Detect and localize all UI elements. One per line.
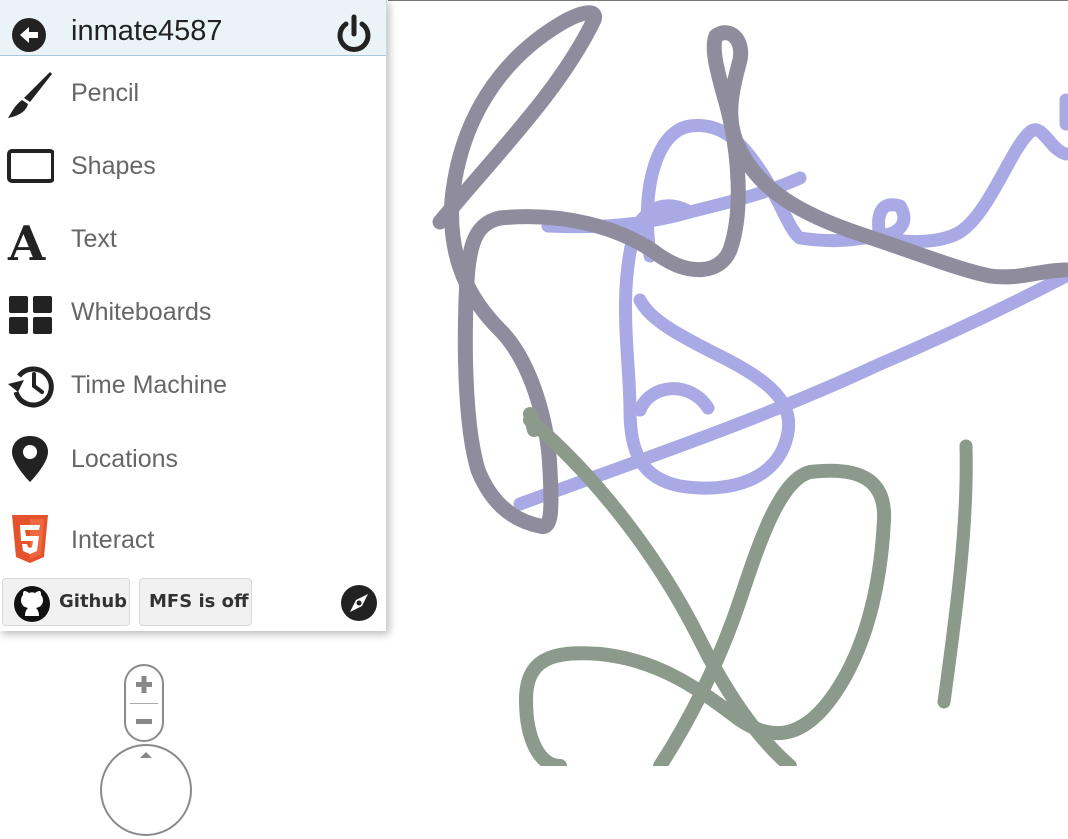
green-stroke bbox=[519, 463, 892, 766]
menu-label: Text bbox=[71, 225, 117, 253]
svg-text:A: A bbox=[7, 216, 46, 264]
tool-menu-panel: inmate4587 Pencil Shapes A Text Whiteboa… bbox=[0, 0, 387, 631]
chevron-up-icon bbox=[140, 752, 152, 758]
text-A-icon: A bbox=[7, 216, 46, 264]
pencil-brush-icon bbox=[8, 72, 52, 118]
compass-icon[interactable] bbox=[340, 584, 378, 622]
menu-label: Time Machine bbox=[71, 371, 228, 399]
navigation-wheel[interactable] bbox=[100, 744, 192, 836]
plus-icon[interactable] bbox=[126, 666, 162, 703]
username: inmate4587 bbox=[71, 15, 223, 47]
menu-label: Shapes bbox=[71, 152, 156, 180]
menu-item-locations[interactable]: Locations bbox=[0, 424, 386, 494]
map-pin-icon bbox=[12, 436, 48, 482]
menu-label: Whiteboards bbox=[71, 298, 212, 326]
minus-icon[interactable] bbox=[126, 704, 162, 740]
menu-item-pencil[interactable]: Pencil bbox=[0, 58, 386, 128]
mfs-toggle-button[interactable]: MFS is off bbox=[139, 578, 252, 626]
menu-label: Pencil bbox=[71, 79, 140, 107]
green-stroke bbox=[523, 407, 797, 766]
back-arrow-circle-icon[interactable] bbox=[12, 18, 46, 52]
rectangle-icon bbox=[7, 149, 54, 183]
html5-icon bbox=[12, 515, 48, 563]
menu-item-interact[interactable]: Interact bbox=[0, 505, 386, 575]
user-bar: inmate4587 bbox=[0, 0, 386, 56]
history-icon bbox=[8, 366, 54, 408]
github-label: Github bbox=[59, 591, 128, 612]
mfs-label: MFS is off bbox=[149, 591, 249, 612]
green-stroke bbox=[937, 439, 973, 709]
grid-icon bbox=[9, 296, 52, 334]
menu-item-shapes[interactable]: Shapes bbox=[0, 131, 386, 201]
lavender-stroke bbox=[633, 93, 1068, 417]
menu-label: Interact bbox=[71, 526, 155, 554]
zoom-control bbox=[124, 664, 164, 742]
menu-item-time-machine[interactable]: Time Machine bbox=[0, 350, 386, 420]
github-button[interactable]: Github bbox=[2, 578, 130, 626]
github-icon bbox=[14, 586, 50, 622]
menu-item-whiteboards[interactable]: Whiteboards bbox=[0, 277, 386, 347]
menu-item-text[interactable]: A Text bbox=[0, 204, 386, 274]
lavender-stroke bbox=[513, 269, 1068, 511]
menu-label: Locations bbox=[71, 445, 179, 473]
power-icon[interactable] bbox=[332, 12, 376, 56]
